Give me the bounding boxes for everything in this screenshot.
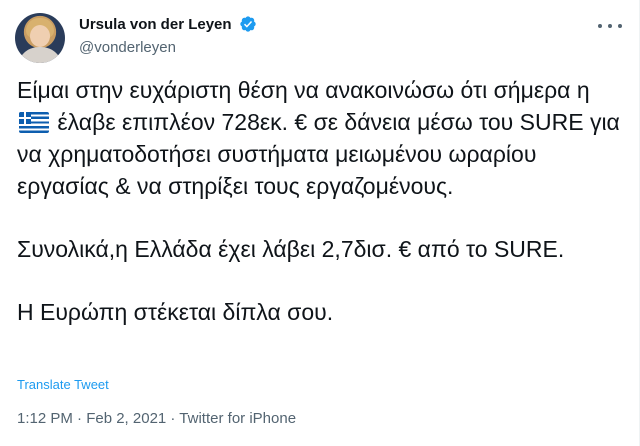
tweet-paragraph: Η Ευρώπη στέκεται δίπλα σου. <box>17 299 334 325</box>
tweet-paragraph: Συνολικά,η Ελλάδα έχει λάβει 2,7δισ. € α… <box>17 236 565 262</box>
author-handle[interactable]: @vonderleyen <box>79 39 176 56</box>
author-name-row[interactable]: Ursula von der Leyen <box>79 15 257 33</box>
more-dot <box>608 24 612 28</box>
tweet-text: Είμαι στην ευχάριστη θέση να ανακοινώσω … <box>17 74 627 328</box>
greece-flag-icon <box>19 112 49 133</box>
tweet-text-segment: έλαβε επιπλέον 728εκ. € σε δάνεια μέσω τ… <box>17 109 620 199</box>
avatar-face <box>30 25 50 47</box>
verified-badge-icon <box>240 16 256 32</box>
more-dot <box>598 24 602 28</box>
author-display-name[interactable]: Ursula von der Leyen <box>79 16 232 33</box>
tweet-timestamp[interactable]: 1:12 PM · Feb 2, 2021 · Twitter for iPho… <box>17 410 296 427</box>
tweet-paragraph: Είμαι στην ευχάριστη θέση να ανακοινώσω … <box>17 74 627 202</box>
tweet-text-segment: Είμαι στην ευχάριστη θέση να ανακοινώσω … <box>17 77 590 103</box>
avatar[interactable] <box>15 13 65 63</box>
more-dot <box>618 24 622 28</box>
avatar-shoulders <box>17 47 63 63</box>
more-options-icon[interactable] <box>598 18 622 34</box>
translate-tweet-link[interactable]: Translate Tweet <box>17 377 109 392</box>
tweet-card: Ursula von der Leyen @vonderleyen Είμαι … <box>0 0 640 446</box>
